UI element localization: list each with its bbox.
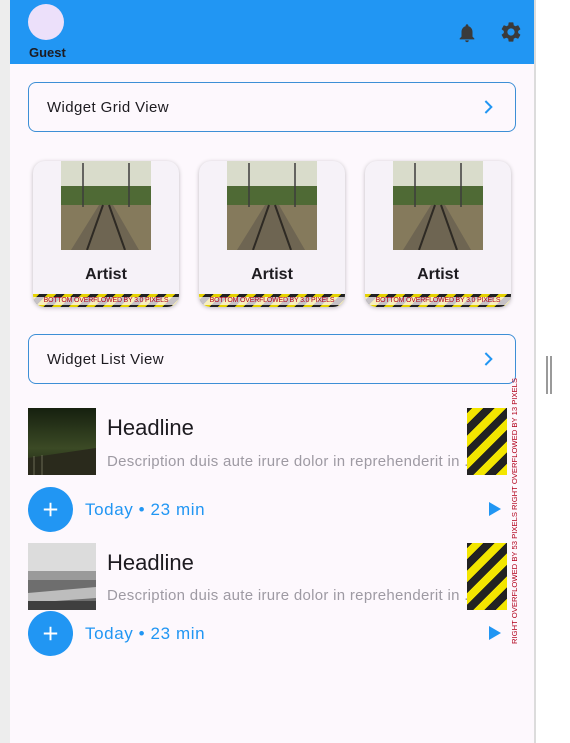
railway-photo xyxy=(393,161,483,250)
play-icon[interactable] xyxy=(488,625,502,641)
overflow-vertical-label: RIGHT OVERFLOWED BY 53 PIXELS RIGHT OVER… xyxy=(510,378,519,644)
grid-card[interactable]: Artist BOTTOM OVERFLOWED BY 3.0 PIXELS xyxy=(365,161,511,307)
item-meta: Today • 23 min xyxy=(85,624,206,643)
railway-photo xyxy=(61,161,151,250)
plus-icon xyxy=(43,502,58,517)
plus-icon xyxy=(43,626,58,641)
section-label: Widget Grid View xyxy=(47,99,169,116)
avatar[interactable] xyxy=(28,4,64,40)
add-button[interactable] xyxy=(28,487,73,532)
widget-list-view-button[interactable]: Widget List View xyxy=(28,334,516,384)
chevron-right-icon xyxy=(484,352,493,366)
card-title: Artist xyxy=(251,266,293,283)
add-button[interactable] xyxy=(28,611,73,656)
overflow-warning-text: BOTTOM OVERFLOWED BY 3.0 PIXELS xyxy=(33,297,179,305)
item-headline: Headline xyxy=(107,550,194,575)
left-edge xyxy=(0,0,10,743)
overflow-warning-stripe: BOTTOM OVERFLOWED BY 3.0 PIXELS xyxy=(365,294,511,307)
grid-card[interactable]: Artist BOTTOM OVERFLOWED BY 3.0 PIXELS xyxy=(33,161,179,307)
grid-card[interactable]: Artist BOTTOM OVERFLOWED BY 3.0 PIXELS xyxy=(199,161,345,307)
overflow-warning-text: BOTTOM OVERFLOWED BY 3.0 PIXELS xyxy=(365,297,511,305)
overflow-warning-text: BOTTOM OVERFLOWED BY 3.0 PIXELS xyxy=(199,297,345,305)
app-window: Guest Widget Grid View Artist BOTTOM OVE… xyxy=(10,0,534,743)
section-label: Widget List View xyxy=(47,351,165,368)
railway-photo xyxy=(227,161,317,250)
app-bar: Guest xyxy=(10,0,534,64)
item-headline: Headline xyxy=(107,415,194,440)
beach-thumbnail xyxy=(28,543,96,610)
overflow-warning-stripe xyxy=(467,543,507,610)
card-title: Artist xyxy=(85,266,127,283)
widget-grid-view-button[interactable]: Widget Grid View xyxy=(28,82,516,132)
user-name: Guest xyxy=(29,45,66,60)
card-title: Artist xyxy=(417,266,459,283)
overflow-warning-stripe: BOTTOM OVERFLOWED BY 3.0 PIXELS xyxy=(199,294,345,307)
night-sky-thumbnail xyxy=(28,408,96,475)
overflow-warning-vertical-text: RIGHT OVERFLOWED BY 53 PIXELS RIGHT OVER… xyxy=(510,378,519,644)
item-meta: Today • 23 min xyxy=(85,500,206,519)
right-edge xyxy=(534,0,536,743)
chevron-right-icon xyxy=(484,100,493,114)
bell-icon[interactable] xyxy=(456,22,478,44)
overflow-warning-stripe xyxy=(467,408,507,475)
play-icon[interactable] xyxy=(488,501,502,517)
gear-icon[interactable] xyxy=(499,20,523,44)
overflow-warning-stripe: BOTTOM OVERFLOWED BY 3.0 PIXELS xyxy=(33,294,179,307)
resize-handle[interactable] xyxy=(546,356,552,394)
